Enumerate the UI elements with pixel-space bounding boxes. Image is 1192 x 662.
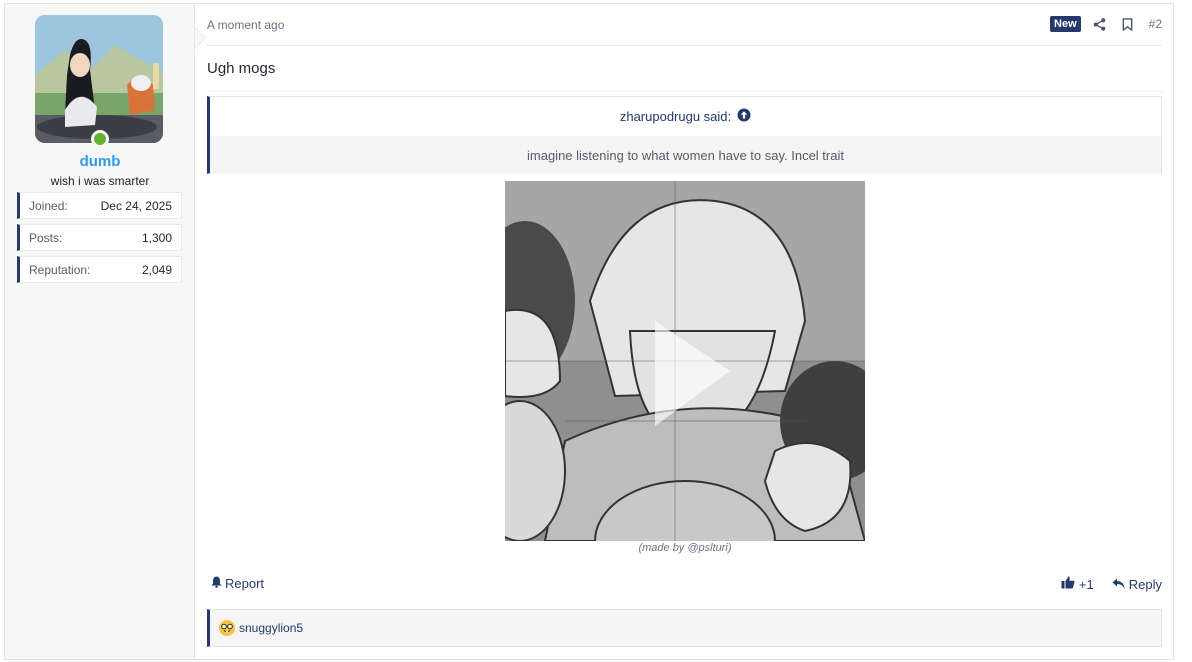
thumbs-up-icon — [1061, 576, 1075, 592]
header-divider — [207, 45, 1162, 46]
stat-reputation: Reputation: 2,049 — [17, 256, 182, 283]
reply-label: Reply — [1128, 576, 1162, 592]
video-embed[interactable] — [505, 181, 865, 541]
username[interactable]: dumb — [5, 153, 195, 170]
media-caption: (made by @pslturi) — [638, 542, 732, 554]
user-title: wish i was smarter — [50, 174, 150, 188]
online-status-indicator — [91, 130, 109, 148]
avatar[interactable] — [35, 15, 163, 143]
stat-value: 2,049 — [141, 262, 172, 277]
stat-posts: Posts: 1,300 — [17, 224, 182, 251]
post-footer-actions: +1 Reply — [1061, 576, 1162, 592]
stat-label: Joined: — [29, 198, 68, 213]
user-sidebar: dumb wish i was smarter Joined: Dec 24, … — [5, 4, 195, 659]
like-button[interactable]: +1 — [1061, 576, 1094, 592]
message-divider — [207, 91, 1162, 92]
avatar-image — [35, 15, 163, 143]
stat-label: Reputation: — [29, 262, 91, 277]
stat-value[interactable]: 1,300 — [142, 231, 172, 245]
report-button[interactable]: Report — [211, 576, 264, 591]
bookmark-icon[interactable] — [1121, 17, 1135, 31]
reactions-bar[interactable]: snuggylion5 — [207, 609, 1162, 647]
arrow-up-circle-icon[interactable] — [737, 108, 751, 125]
stat-joined: Joined: Dec 24, 2025 — [17, 192, 182, 219]
post-header-actions: New #2 — [1050, 16, 1162, 32]
report-label: Report — [225, 576, 265, 591]
quote-block: zharupodrugu said: imagine listening to … — [207, 96, 1162, 174]
quote-author[interactable]: zharupodrugu said: — [620, 109, 731, 124]
nerd-face-icon — [219, 620, 235, 636]
post-message: Ugh mogs — [207, 60, 276, 77]
share-icon[interactable] — [1093, 17, 1107, 31]
stat-value: Dec 24, 2025 — [100, 198, 172, 213]
message-arrow — [195, 28, 205, 48]
post-time[interactable]: A moment ago — [207, 18, 284, 32]
like-count: +1 — [1078, 576, 1094, 592]
reply-icon — [1112, 577, 1125, 592]
bell-icon — [211, 576, 222, 591]
post-number[interactable]: #2 — [1149, 17, 1162, 31]
video-thumbnail — [505, 181, 865, 541]
post-container: dumb wish i was smarter Joined: Dec 24, … — [4, 3, 1174, 660]
post-main: A moment ago New #2 Ugh mogs zharupodrug… — [207, 4, 1162, 659]
quote-header[interactable]: zharupodrugu said: — [210, 97, 1161, 136]
reply-button[interactable]: Reply — [1112, 577, 1162, 592]
new-badge: New — [1050, 16, 1081, 32]
reaction-users[interactable]: snuggylion5 — [239, 621, 303, 635]
quote-text: imagine listening to what women have to … — [210, 136, 1161, 174]
stat-label: Posts: — [29, 230, 63, 245]
